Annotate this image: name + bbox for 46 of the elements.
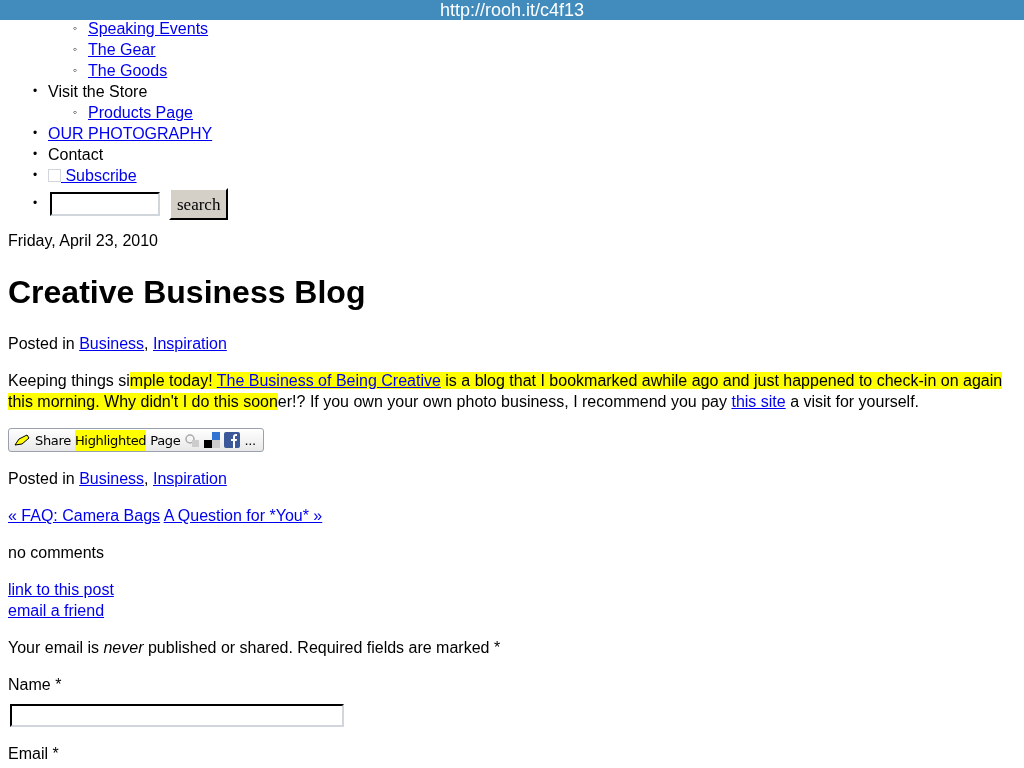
text-field[interactable] — [10, 704, 344, 727]
squares-icon — [204, 432, 221, 448]
text-link[interactable]: The Business of Being Creative — [216, 372, 441, 389]
nav-link[interactable]: The Goods — [88, 62, 168, 79]
list-marker: • — [33, 146, 39, 163]
post-link[interactable]: link to this post — [8, 579, 114, 600]
search-field[interactable] — [50, 192, 160, 216]
post-nav-link[interactable]: A Question for *You* » — [163, 507, 323, 524]
nav-link[interactable]: Products Page — [88, 104, 193, 121]
highlighter-icon — [13, 433, 31, 447]
list-marker: ◦ — [73, 20, 79, 37]
category-link[interactable]: Inspiration — [153, 335, 227, 352]
email-notice: Your email is never published or shared. Required fields are marked * — [8, 638, 502, 658]
list-marker: • — [33, 125, 39, 142]
post-date: Friday, April 23, 2010 — [8, 231, 159, 251]
post-paragraph: Keeping things simple today! The Business of Being Creative is a blog that I bookmarked awhile ago and just happened to check-in on again this morning. Why didn't I do this sooner!? If you own your own photo business, I recommend you pay this site a visit for yourself. — [8, 371, 1004, 412]
share-highlighted-button[interactable]: Share Highlighted Page ... — [8, 428, 264, 452]
list-marker: ◦ — [73, 104, 79, 121]
nav-link[interactable]: Subscribe — [61, 165, 137, 186]
bookmark-icon — [184, 432, 201, 448]
post-title: Creative Business Blog — [8, 273, 367, 312]
separator: , — [144, 335, 150, 352]
post-link[interactable]: email a friend — [8, 600, 105, 621]
list-marker: ◦ — [73, 62, 79, 79]
list-marker: ◦ — [73, 41, 79, 58]
nav-label: Visit the Store — [48, 82, 148, 102]
image-placeholder-icon — [48, 169, 61, 182]
list-marker: • — [33, 194, 39, 212]
posted-in-label: Posted in — [8, 335, 76, 352]
comment-count: no comments — [8, 543, 106, 563]
nav-link[interactable]: OUR PHOTOGRAPHY — [48, 125, 213, 142]
field-label: Name * — [8, 675, 63, 695]
nav-link[interactable]: The Gear — [88, 41, 156, 58]
field-label: Email * — [8, 744, 60, 764]
list-marker: • — [33, 167, 39, 184]
nav-label: Contact — [48, 145, 104, 165]
posted-in-label: Posted in — [8, 470, 76, 487]
separator: , — [144, 470, 150, 487]
text-link[interactable]: this site — [731, 393, 786, 410]
search-button[interactable]: search — [169, 188, 229, 220]
facebook-icon — [224, 432, 241, 448]
list-marker: • — [33, 83, 39, 100]
post-nav-link[interactable]: « FAQ: Camera Bags — [8, 507, 161, 524]
category-link[interactable]: Inspiration — [153, 470, 227, 487]
url-bar: http://rooh.it/c4f13 — [0, 0, 1024, 20]
nav-link[interactable]: Speaking Events — [88, 20, 209, 37]
